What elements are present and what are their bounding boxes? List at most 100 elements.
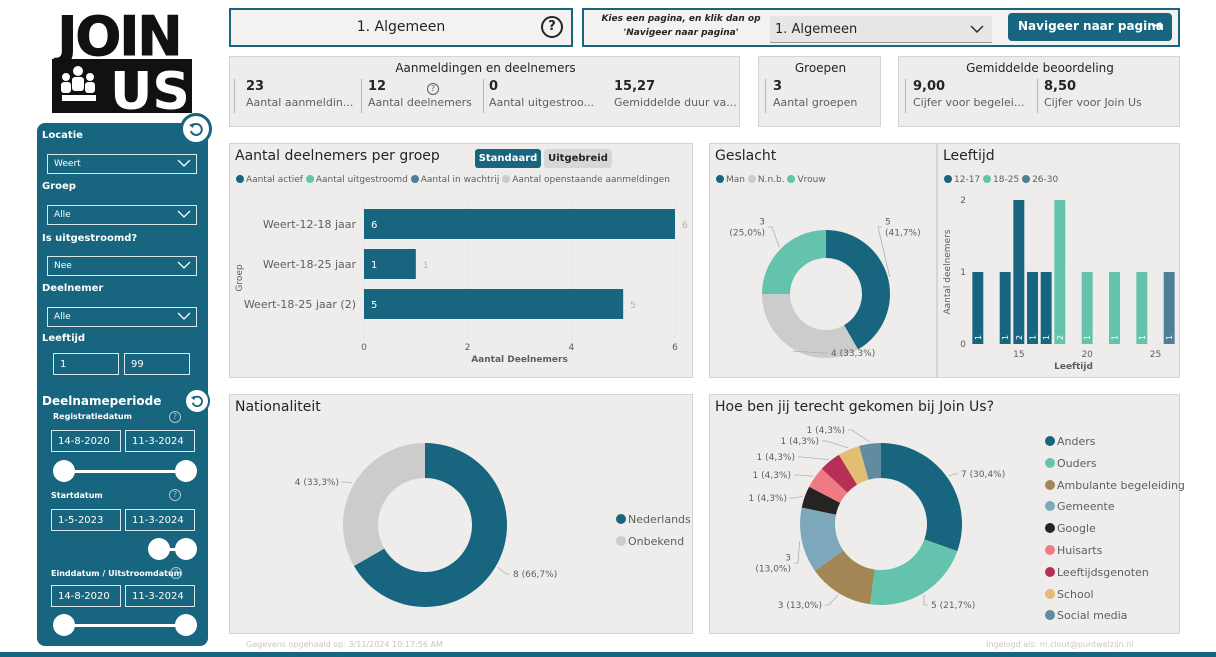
legend-item: 18-25 [983,175,1019,185]
leeftijd-max-input[interactable]: 99 [124,353,190,375]
total-label: 1 [423,261,429,271]
bar [1081,272,1093,344]
slice-data-label: 1 (4,3%) [753,471,791,481]
slice-data-label: (41,7%) [885,229,921,239]
legend-label: Ambulante begeleiding [1057,478,1185,492]
page-select[interactable]: 1. Algemeen [770,16,992,43]
legend-item: Aantal in wachtrij [410,175,500,185]
slider-end-handle[interactable] [175,460,197,482]
legend-label: Anders [1057,435,1096,448]
slice-data-label: 1 (4,3%) [757,453,795,463]
y-axis-title: Groep [235,264,245,292]
slider-start-handle[interactable] [53,614,75,636]
y-tick-label: Weert-12-18 jaar [263,218,357,231]
kpi-label: Aantal uitgestroo... [489,96,595,109]
x-axis-title: Aantal Deelnemers [471,355,568,365]
slice-data-label: 4 (33,3%) [831,349,875,359]
filter-sidebar: Locatie Weert Groep Alle Is uitgestroomd… [37,123,208,646]
registratie-slider[interactable] [53,460,197,482]
eind-from-input[interactable]: 14-8-2020 [51,585,121,607]
legend-label: 18-25 [993,175,1020,185]
leeftijd-min-input[interactable]: 1 [53,353,119,375]
help-icon[interactable]: ? [169,411,181,423]
reset-period-button[interactable] [184,388,210,414]
uitgestroomd-select[interactable]: Nee [47,256,197,276]
source-donut-chart: 7 (30,4%) 5 (21,7%) 3 (13,0%) 3(13,0%) 1 (4,… [749,426,1006,611]
bar-data-label: 1 [1029,335,1038,340]
legend-label: Aantal in wachtrij [420,175,500,185]
start-to-input[interactable]: 11-3-2024 [125,509,195,531]
bar [1040,272,1052,344]
legend-item: 12-17 [944,175,980,185]
reset-filters-button[interactable] [180,113,212,145]
kpi-value: 8,50 [1044,79,1077,94]
legend-label: Ouders [1057,456,1097,470]
bar-data-label: 2 [1015,335,1024,340]
help-icon[interactable]: ? [427,83,439,95]
groep-select[interactable]: Alle [47,205,197,225]
page-title: 1. Algemeen [356,19,446,35]
slice-data-label: 1 (4,3%) [749,494,787,504]
kpi-value: 15,27 [614,79,656,94]
kpi-value: 9,00 [913,79,946,94]
legend-item: Ambulante begeleiding [1045,475,1185,497]
start-slider[interactable] [53,538,197,560]
kpi-label: Aantal groepen [773,96,858,109]
navigate-button[interactable]: Navigeer naar pagina → [1008,13,1172,41]
bar [1013,200,1025,344]
legend-item: Gemeente [1045,496,1185,518]
bar [1136,272,1148,344]
kpi-label: Aantal aanmeldin... [246,96,354,109]
nav-hint-line1: Kies een pagina, en klik dan op [601,14,761,24]
groep-select-value: Alle [54,210,71,220]
filter-label-locatie: Locatie [42,130,83,141]
slider-end-handle[interactable] [175,538,197,560]
eind-to-input[interactable]: 11-3-2024 [125,585,195,607]
slider-start-handle[interactable] [53,460,75,482]
slice-data-label: 5 [885,218,891,228]
legend-label: Social media [1057,609,1128,623]
legend-label: Vrouw [797,175,826,185]
legend-marker [1045,501,1055,512]
chevron-down-icon [970,25,984,33]
kpi-registrations-title: Aanmeldingen en deelnemers [395,61,576,75]
donut-slice [343,443,425,566]
registratie-from-input[interactable]: 14-8-2020 [51,430,121,452]
slider-end-handle[interactable] [175,614,197,636]
eind-slider[interactable] [53,614,197,636]
kpi-rating-card: Gemiddelde beoordeling 9,00 Cijfer voor … [898,56,1180,127]
slice-data-label: 4 (33,3%) [295,478,339,488]
legend-marker [1045,566,1055,577]
legend-marker [1045,610,1055,621]
x-axis-title: Leeftijd [1054,362,1093,372]
legend-label: Aantal openstaande aanmeldingen [512,175,670,185]
slider-track [64,624,186,627]
start-from-input[interactable]: 1-5-2023 [51,509,121,531]
help-icon[interactable]: ? [170,567,182,579]
page-title-box: 1. Algemeen ? [229,8,573,47]
help-icon[interactable]: ? [169,489,181,501]
kpi-separator [361,79,362,113]
kpi-registrations-card: Aanmeldingen en deelnemers 23 Aantal aan… [229,56,740,127]
legend-label: School [1057,587,1094,601]
registratie-to-input[interactable]: 11-3-2024 [125,430,195,452]
slider-start-handle[interactable] [148,538,171,560]
leader-line [794,540,801,564]
legend-label: Nederlands [628,513,691,526]
filter-label-start: Startdatum [51,491,103,500]
slice-data-label: 1 (4,3%) [781,437,819,447]
bar-data-label: 1 [1083,335,1092,340]
locatie-select[interactable]: Weert [47,154,197,174]
legend-item: Social media [1045,605,1185,627]
deelnemer-select[interactable]: Alle [47,307,197,327]
filter-label-eind: Einddatum / Uitstroomdatum [51,569,183,578]
reset-icon [189,123,203,136]
y-tick-label: Weert-18-25 jaar (2) [244,298,356,311]
y-tick-label: 1 [960,268,966,278]
chevron-down-icon [177,210,191,218]
toggle-standard-button[interactable]: Standaard [475,149,541,168]
total-label: 6 [682,221,688,231]
y-tick-label: 0 [960,340,966,350]
help-button[interactable]: ? [541,16,563,38]
toggle-extended-button[interactable]: Uitgebreid [544,149,612,168]
